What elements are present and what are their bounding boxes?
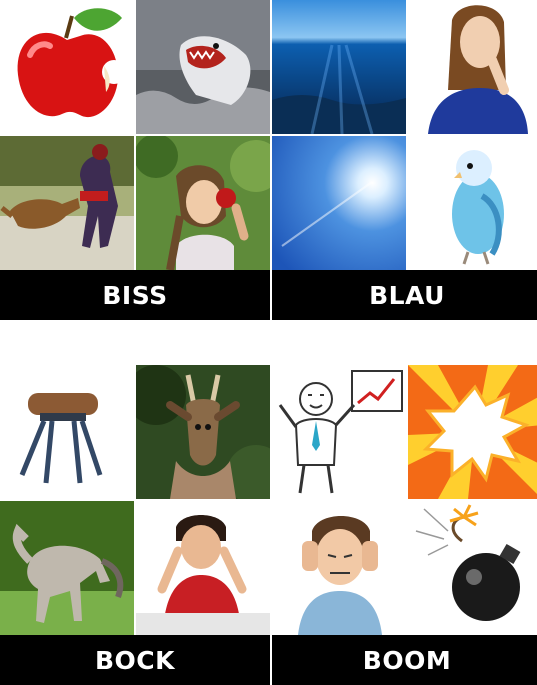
puzzle-card-boom[interactable]: BOOM bbox=[272, 365, 537, 685]
roe-deer-image bbox=[136, 365, 270, 499]
rearing-horse-image bbox=[0, 501, 134, 635]
answer-label: BLAU bbox=[272, 270, 537, 320]
puzzle-card-biss[interactable]: BISS bbox=[0, 0, 270, 320]
answer-label: BOOM bbox=[272, 635, 537, 685]
image-grid bbox=[272, 0, 537, 270]
dog-biting-man-image bbox=[0, 136, 134, 270]
shark-jumping-image bbox=[136, 0, 270, 134]
comic-explosion-image bbox=[408, 365, 537, 499]
image-grid bbox=[0, 0, 270, 270]
blue-budgie-image bbox=[408, 136, 537, 270]
bomb-with-fuse-image bbox=[408, 501, 537, 635]
puzzle-card-bock[interactable]: BOCK bbox=[0, 365, 270, 685]
girl-biting-apple-image bbox=[136, 136, 270, 270]
sun-in-blue-sky-image bbox=[272, 136, 406, 270]
answer-label: BOCK bbox=[0, 635, 270, 685]
underwater-ocean-image bbox=[272, 0, 406, 134]
woman-thinking-image bbox=[408, 0, 537, 134]
boy-covering-ears-image bbox=[272, 501, 406, 635]
stressed-student-image bbox=[136, 501, 270, 635]
puzzle-card-blau[interactable]: BLAU bbox=[272, 0, 537, 320]
pommel-horse-image bbox=[0, 365, 134, 499]
answer-label: BISS bbox=[0, 270, 270, 320]
apple-with-bite-image bbox=[0, 0, 134, 134]
image-grid bbox=[0, 365, 270, 635]
image-grid bbox=[272, 365, 537, 635]
businessman-growth-chart-image bbox=[272, 365, 406, 499]
